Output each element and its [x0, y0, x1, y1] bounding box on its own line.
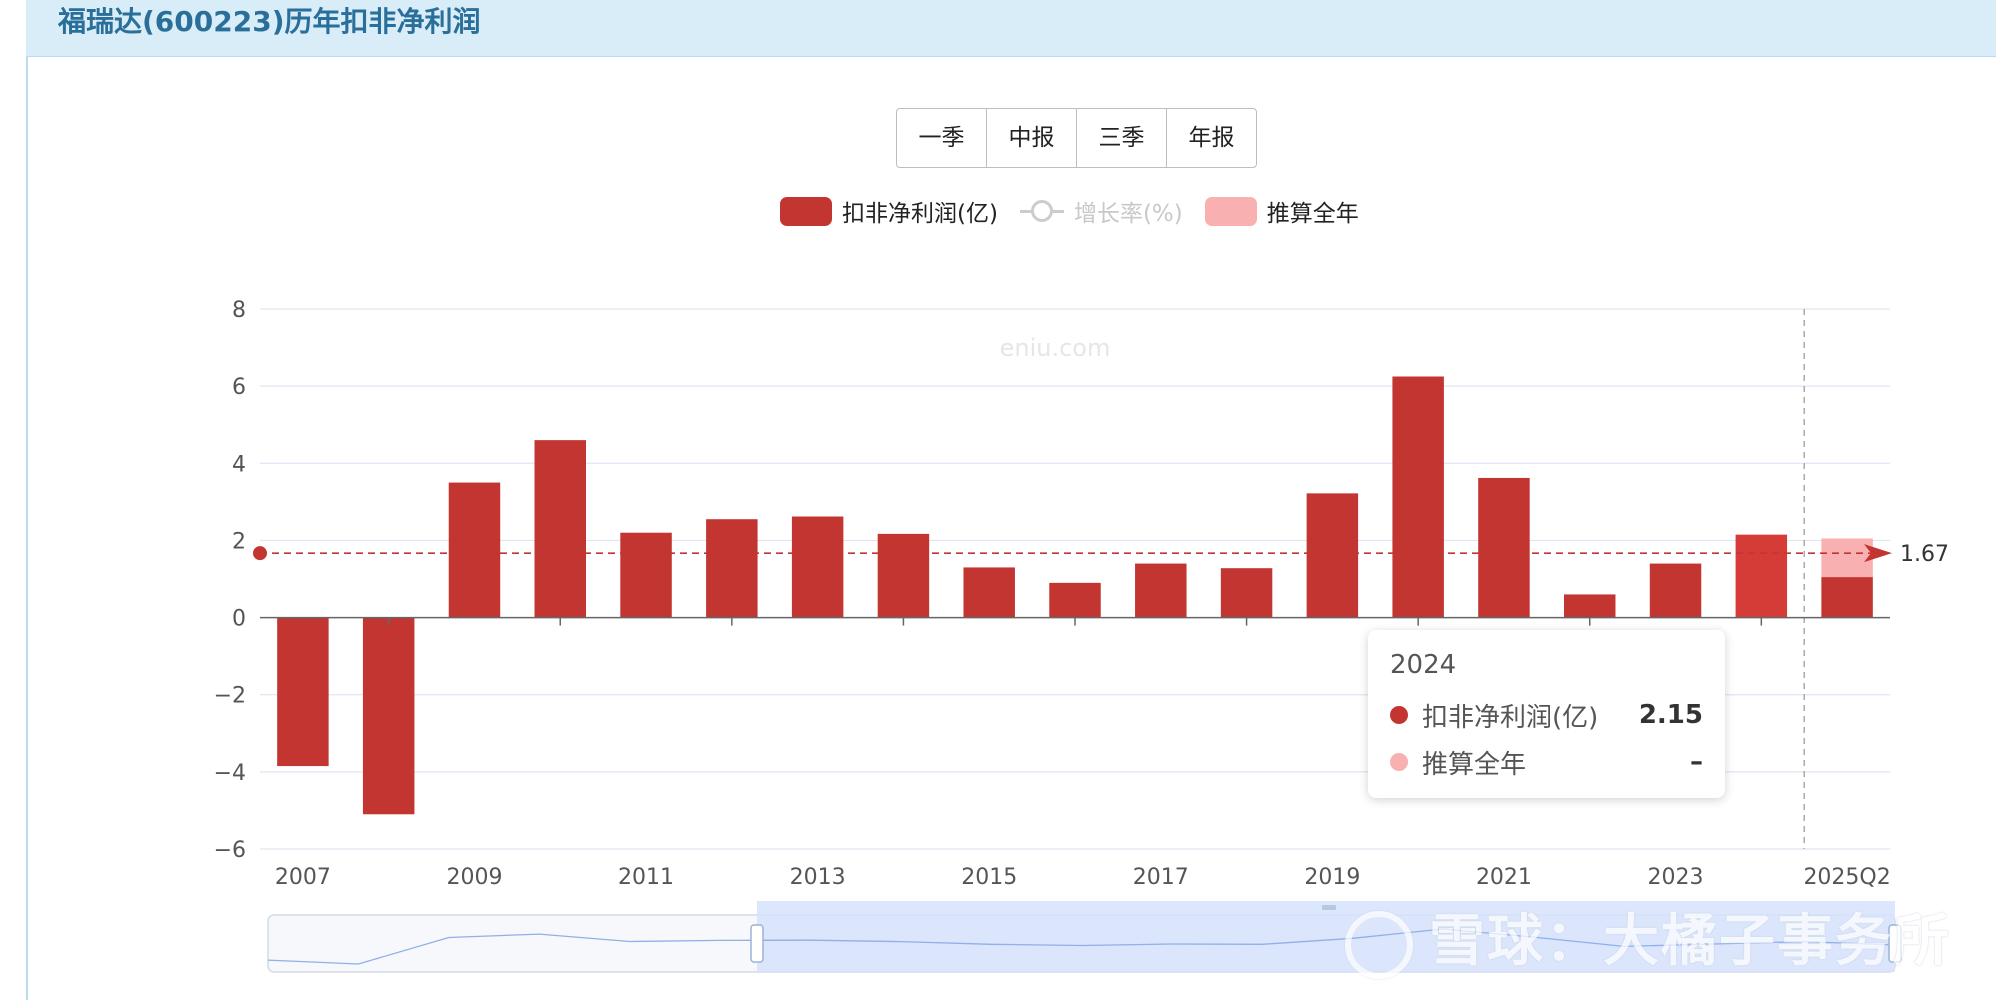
- bar-2007[interactable]: [277, 617, 329, 767]
- tooltip-name-projected: 推算全年: [1422, 749, 1527, 780]
- bar-2021[interactable]: [1478, 477, 1530, 618]
- y-tick-label: 8: [232, 298, 246, 323]
- tooltip-dot-projected: [1390, 753, 1408, 771]
- bar-2020[interactable]: [1392, 376, 1444, 618]
- tooltip-name-profit: 扣非净利润(亿): [1422, 702, 1599, 733]
- x-tick-label: 2015: [961, 865, 1017, 890]
- x-tick-label: 2017: [1133, 865, 1189, 890]
- y-tick-label: −6: [214, 838, 246, 863]
- bar-2019[interactable]: [1306, 493, 1359, 618]
- y-tick-label: 0: [232, 607, 246, 632]
- tooltip-dot-profit: [1390, 706, 1408, 724]
- bar-2022[interactable]: [1564, 594, 1616, 618]
- x-tick-label: 2025Q2: [1803, 865, 1890, 890]
- x-tick-label: 2007: [275, 865, 331, 890]
- y-tick-label: 2: [232, 529, 246, 554]
- projected-bar-2025Q2: [1821, 538, 1873, 578]
- x-tick-label: 2023: [1648, 865, 1704, 890]
- bar-chart: −6 −4 −2 0 2 4 6 8 eniu.com 1.67 2007 2009 2011 2013 2…: [214, 298, 1949, 973]
- site-watermark: eniu.com: [1000, 334, 1111, 362]
- bar-2017[interactable]: [1135, 563, 1187, 618]
- x-tick-label: 2019: [1304, 865, 1360, 890]
- bar-2018[interactable]: [1220, 568, 1273, 618]
- x-tick-label: 2021: [1476, 865, 1532, 890]
- bar-2011[interactable]: [620, 532, 672, 618]
- y-tick-label: −4: [214, 761, 246, 786]
- bar-2010[interactable]: [534, 440, 586, 618]
- bar-2009[interactable]: [448, 482, 501, 618]
- average-line-start-dot: [253, 546, 267, 561]
- y-tick-label: −2: [214, 684, 246, 709]
- zoom-slider-move-handle[interactable]: [1322, 905, 1336, 910]
- x-tick-label: 2013: [790, 865, 846, 890]
- tooltip-title: 2024: [1390, 650, 1457, 680]
- chart-tooltip: 2024 扣非净利润(亿) 2.15 推算全年 –: [1368, 630, 1725, 798]
- bar-2012[interactable]: [706, 519, 758, 618]
- tooltip-value-projected: –: [1690, 747, 1703, 777]
- bar-2008[interactable]: [362, 617, 415, 815]
- x-tick-label: 2011: [618, 865, 674, 890]
- bar-2016[interactable]: [1049, 582, 1101, 618]
- bar-2014[interactable]: [877, 533, 930, 618]
- bar-2025Q2[interactable]: [1821, 577, 1873, 618]
- y-tick-label: 6: [232, 375, 246, 400]
- y-tick-label: 4: [232, 452, 246, 477]
- zoom-slider-left-handle[interactable]: [750, 924, 764, 963]
- bar-2023[interactable]: [1649, 563, 1702, 618]
- watermark-text: 雪球：大橘子事务所: [1429, 909, 1951, 974]
- tooltip-row-profit: 扣非净利润(亿) 2.15: [1390, 700, 1703, 733]
- bar-2015[interactable]: [963, 567, 1015, 618]
- xueqiu-watermark: 雪球：大橘子事务所: [1345, 896, 1951, 979]
- bar-2013[interactable]: [791, 516, 844, 618]
- xueqiu-logo-icon: [1345, 910, 1413, 979]
- x-tick-label: 2009: [446, 865, 502, 890]
- tooltip-row-projected: 推算全年 –: [1390, 747, 1703, 780]
- tooltip-value-profit: 2.15: [1638, 700, 1703, 730]
- average-line-label: 1.67: [1900, 542, 1949, 567]
- bar-2024[interactable]: [1735, 534, 1788, 618]
